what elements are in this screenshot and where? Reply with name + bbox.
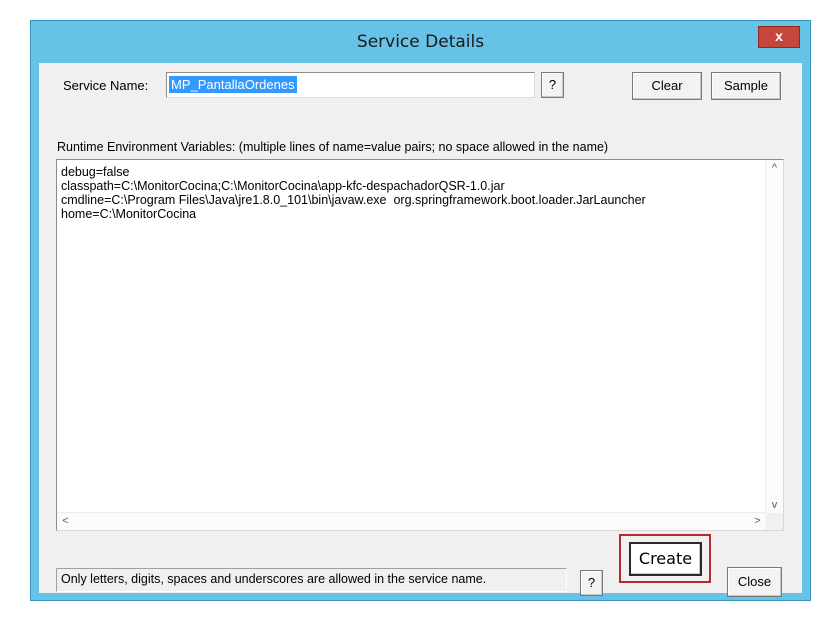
vertical-scrollbar[interactable]: ^ v xyxy=(765,160,783,514)
close-icon: x xyxy=(775,28,783,44)
sample-button[interactable]: Sample xyxy=(711,72,781,100)
scroll-down-icon[interactable]: v xyxy=(766,497,783,514)
service-details-window: Service Details x Service Name: MP_Panta… xyxy=(30,20,811,601)
env-line: debug=false xyxy=(61,165,130,179)
service-name-label: Service Name: xyxy=(63,78,149,93)
service-name-value: MP_PantallaOrdenes xyxy=(169,76,297,93)
footer-help-button[interactable]: ? xyxy=(580,570,603,596)
service-name-help-button[interactable]: ? xyxy=(541,72,564,98)
close-button[interactable]: Close xyxy=(727,567,782,597)
env-line: classpath=C:\MonitorCocina;C:\MonitorCoc… xyxy=(61,179,505,193)
create-button-highlight xyxy=(619,534,711,583)
scroll-right-icon[interactable]: > xyxy=(749,513,766,530)
clear-button[interactable]: Clear xyxy=(632,72,702,100)
service-name-input[interactable]: MP_PantallaOrdenes xyxy=(166,72,535,98)
status-message: Only letters, digits, spaces and undersc… xyxy=(56,568,567,592)
env-vars-label: Runtime Environment Variables: (multiple… xyxy=(57,140,609,154)
window-title: Service Details xyxy=(356,32,485,52)
env-line: home=C:\MonitorCocina xyxy=(61,207,197,221)
scrollbar-corner xyxy=(766,513,783,530)
window-close-button[interactable]: x xyxy=(758,26,800,48)
env-vars-textarea[interactable]: debug=false classpath=C:\MonitorCocina;C… xyxy=(56,159,784,531)
env-vars-text: debug=false classpath=C:\MonitorCocina;C… xyxy=(61,165,646,221)
dialog-body: Service Name: MP_PantallaOrdenes ? Clear… xyxy=(39,63,802,597)
scroll-left-icon[interactable]: < xyxy=(57,513,74,530)
env-line: cmdline=C:\Program Files\Java\jre1.8.0_1… xyxy=(61,193,646,207)
scroll-up-icon[interactable]: ^ xyxy=(766,160,783,177)
horizontal-scrollbar[interactable]: < > xyxy=(57,512,766,530)
title-bar[interactable]: Service Details x xyxy=(31,21,810,61)
